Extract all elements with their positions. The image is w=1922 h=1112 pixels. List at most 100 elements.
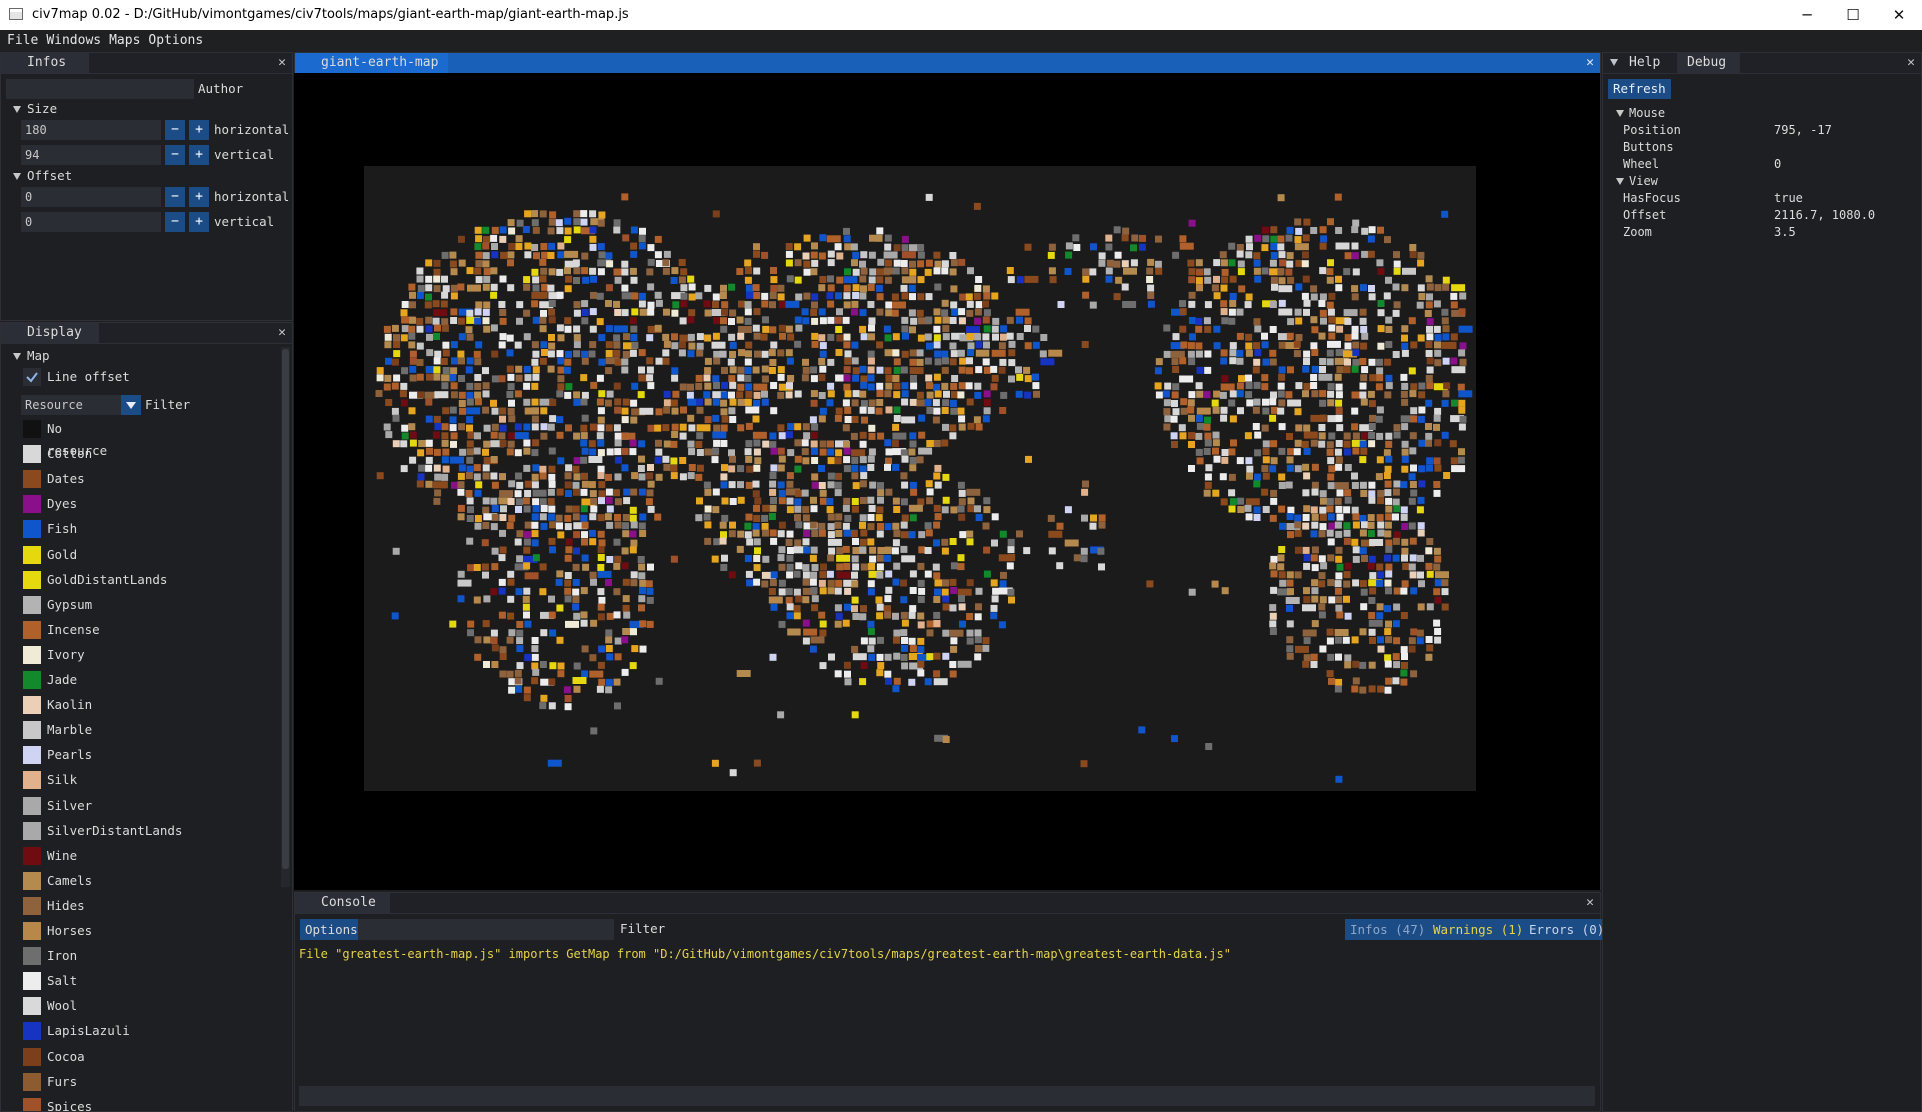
resource-tile[interactable] xyxy=(827,472,835,480)
resource-tile[interactable] xyxy=(827,390,835,398)
resource-tile[interactable] xyxy=(1302,660,1310,668)
resource-tile[interactable] xyxy=(721,497,729,505)
resource-tile[interactable] xyxy=(1130,244,1137,252)
resource-tile[interactable] xyxy=(883,325,891,333)
resource-tile[interactable] xyxy=(778,489,786,497)
resource-tile[interactable] xyxy=(1295,283,1303,291)
resource-tile[interactable] xyxy=(811,259,819,267)
resource-tile[interactable] xyxy=(573,341,581,349)
resource-tile[interactable] xyxy=(1262,226,1269,234)
resource-tile[interactable] xyxy=(777,293,785,301)
resource-tile[interactable] xyxy=(941,260,949,268)
resource-tile[interactable] xyxy=(473,464,481,472)
resource-tile[interactable] xyxy=(506,349,514,357)
resource-tile[interactable] xyxy=(703,481,711,489)
resource-tile[interactable] xyxy=(490,431,498,439)
resource-tile[interactable] xyxy=(639,587,646,595)
resource-tile[interactable] xyxy=(737,424,745,432)
resource-tile[interactable] xyxy=(482,382,490,390)
resource-tile[interactable] xyxy=(1328,324,1336,332)
legend-swatch[interactable] xyxy=(23,645,41,664)
resource-tile[interactable] xyxy=(933,539,940,547)
resource-tile[interactable] xyxy=(589,235,597,243)
resource-tile[interactable] xyxy=(1287,506,1295,514)
resource-tile[interactable] xyxy=(1384,554,1391,562)
resource-tile[interactable] xyxy=(1220,284,1228,292)
close-icon[interactable]: ✕ xyxy=(1586,55,1594,71)
resource-tile[interactable] xyxy=(762,529,769,537)
resource-tile[interactable] xyxy=(721,308,728,316)
resource-tile[interactable] xyxy=(1113,226,1121,234)
resource-tile[interactable] xyxy=(941,366,949,374)
resource-tile[interactable] xyxy=(491,226,499,234)
resource-tile[interactable] xyxy=(876,612,884,620)
resource-tile[interactable] xyxy=(876,554,884,562)
resource-tile[interactable] xyxy=(1277,243,1285,251)
resource-tile[interactable] xyxy=(843,235,851,243)
resource-tile[interactable] xyxy=(1172,333,1180,341)
resource-tile[interactable] xyxy=(909,349,917,357)
resource-tile[interactable] xyxy=(467,284,481,292)
resource-tile[interactable] xyxy=(474,636,482,644)
resource-tile[interactable] xyxy=(614,439,622,447)
resource-tile[interactable] xyxy=(793,628,801,636)
resource-tile[interactable] xyxy=(540,310,547,317)
resource-tile[interactable] xyxy=(778,546,786,554)
resource-tile[interactable] xyxy=(1375,473,1383,481)
resource-tile[interactable] xyxy=(958,498,966,506)
resource-tile[interactable] xyxy=(481,539,489,547)
resource-tile[interactable] xyxy=(1385,677,1393,685)
resource-tile[interactable] xyxy=(1253,358,1261,366)
resource-tile[interactable] xyxy=(1368,481,1376,489)
resource-tile[interactable] xyxy=(393,341,401,348)
resource-tile[interactable] xyxy=(1328,292,1336,300)
resource-tile[interactable] xyxy=(1442,283,1450,291)
resource-tile[interactable] xyxy=(605,473,612,481)
resource-tile[interactable] xyxy=(991,513,999,521)
resource-tile[interactable] xyxy=(1385,570,1393,578)
resource-tile[interactable] xyxy=(719,350,727,358)
resource-tile[interactable] xyxy=(762,316,769,324)
resource-tile[interactable] xyxy=(974,645,982,652)
resource-tile[interactable] xyxy=(852,374,860,382)
resource-tile[interactable] xyxy=(614,473,622,481)
resource-tile[interactable] xyxy=(1047,251,1055,259)
resource-tile[interactable] xyxy=(1105,243,1113,251)
resource-tile[interactable] xyxy=(1434,555,1442,563)
resource-tile[interactable] xyxy=(900,260,908,267)
resource-tile[interactable] xyxy=(787,628,795,636)
resource-tile[interactable] xyxy=(729,521,736,529)
resource-tile[interactable] xyxy=(909,398,917,406)
resource-tile[interactable] xyxy=(557,662,565,670)
resource-tile[interactable] xyxy=(941,407,949,414)
resource-tile[interactable] xyxy=(760,333,768,341)
resource-tile[interactable] xyxy=(859,538,867,546)
resource-tile[interactable] xyxy=(1343,571,1351,579)
resource-tile[interactable] xyxy=(1335,284,1343,292)
resource-tile[interactable] xyxy=(1418,391,1426,399)
resource-tile[interactable] xyxy=(753,391,761,399)
resource-tile[interactable] xyxy=(1311,488,1319,496)
resource-tile[interactable] xyxy=(1089,268,1097,276)
resource-tile[interactable] xyxy=(860,333,868,341)
resource-tile[interactable] xyxy=(712,375,720,383)
resource-tile[interactable] xyxy=(787,333,795,341)
resource-tile[interactable] xyxy=(408,341,416,349)
resource-tile[interactable] xyxy=(565,490,572,497)
resource-tile[interactable] xyxy=(720,317,727,325)
resource-tile[interactable] xyxy=(1090,514,1097,522)
resource-tile[interactable] xyxy=(1450,292,1458,300)
resource-tile[interactable] xyxy=(1147,292,1155,299)
resource-tile[interactable] xyxy=(524,480,532,488)
resource-tile[interactable] xyxy=(604,513,612,521)
resource-tile[interactable] xyxy=(645,580,653,588)
resource-tile[interactable] xyxy=(876,563,884,571)
resource-tile[interactable] xyxy=(647,464,654,471)
resource-tile[interactable] xyxy=(1228,259,1236,267)
resource-tile[interactable] xyxy=(1301,292,1309,300)
resource-tile[interactable] xyxy=(1303,358,1310,365)
resource-tile[interactable] xyxy=(1343,522,1351,530)
resource-tile[interactable] xyxy=(704,416,712,424)
resource-tile[interactable] xyxy=(836,554,851,562)
resource-tile[interactable] xyxy=(974,317,982,325)
